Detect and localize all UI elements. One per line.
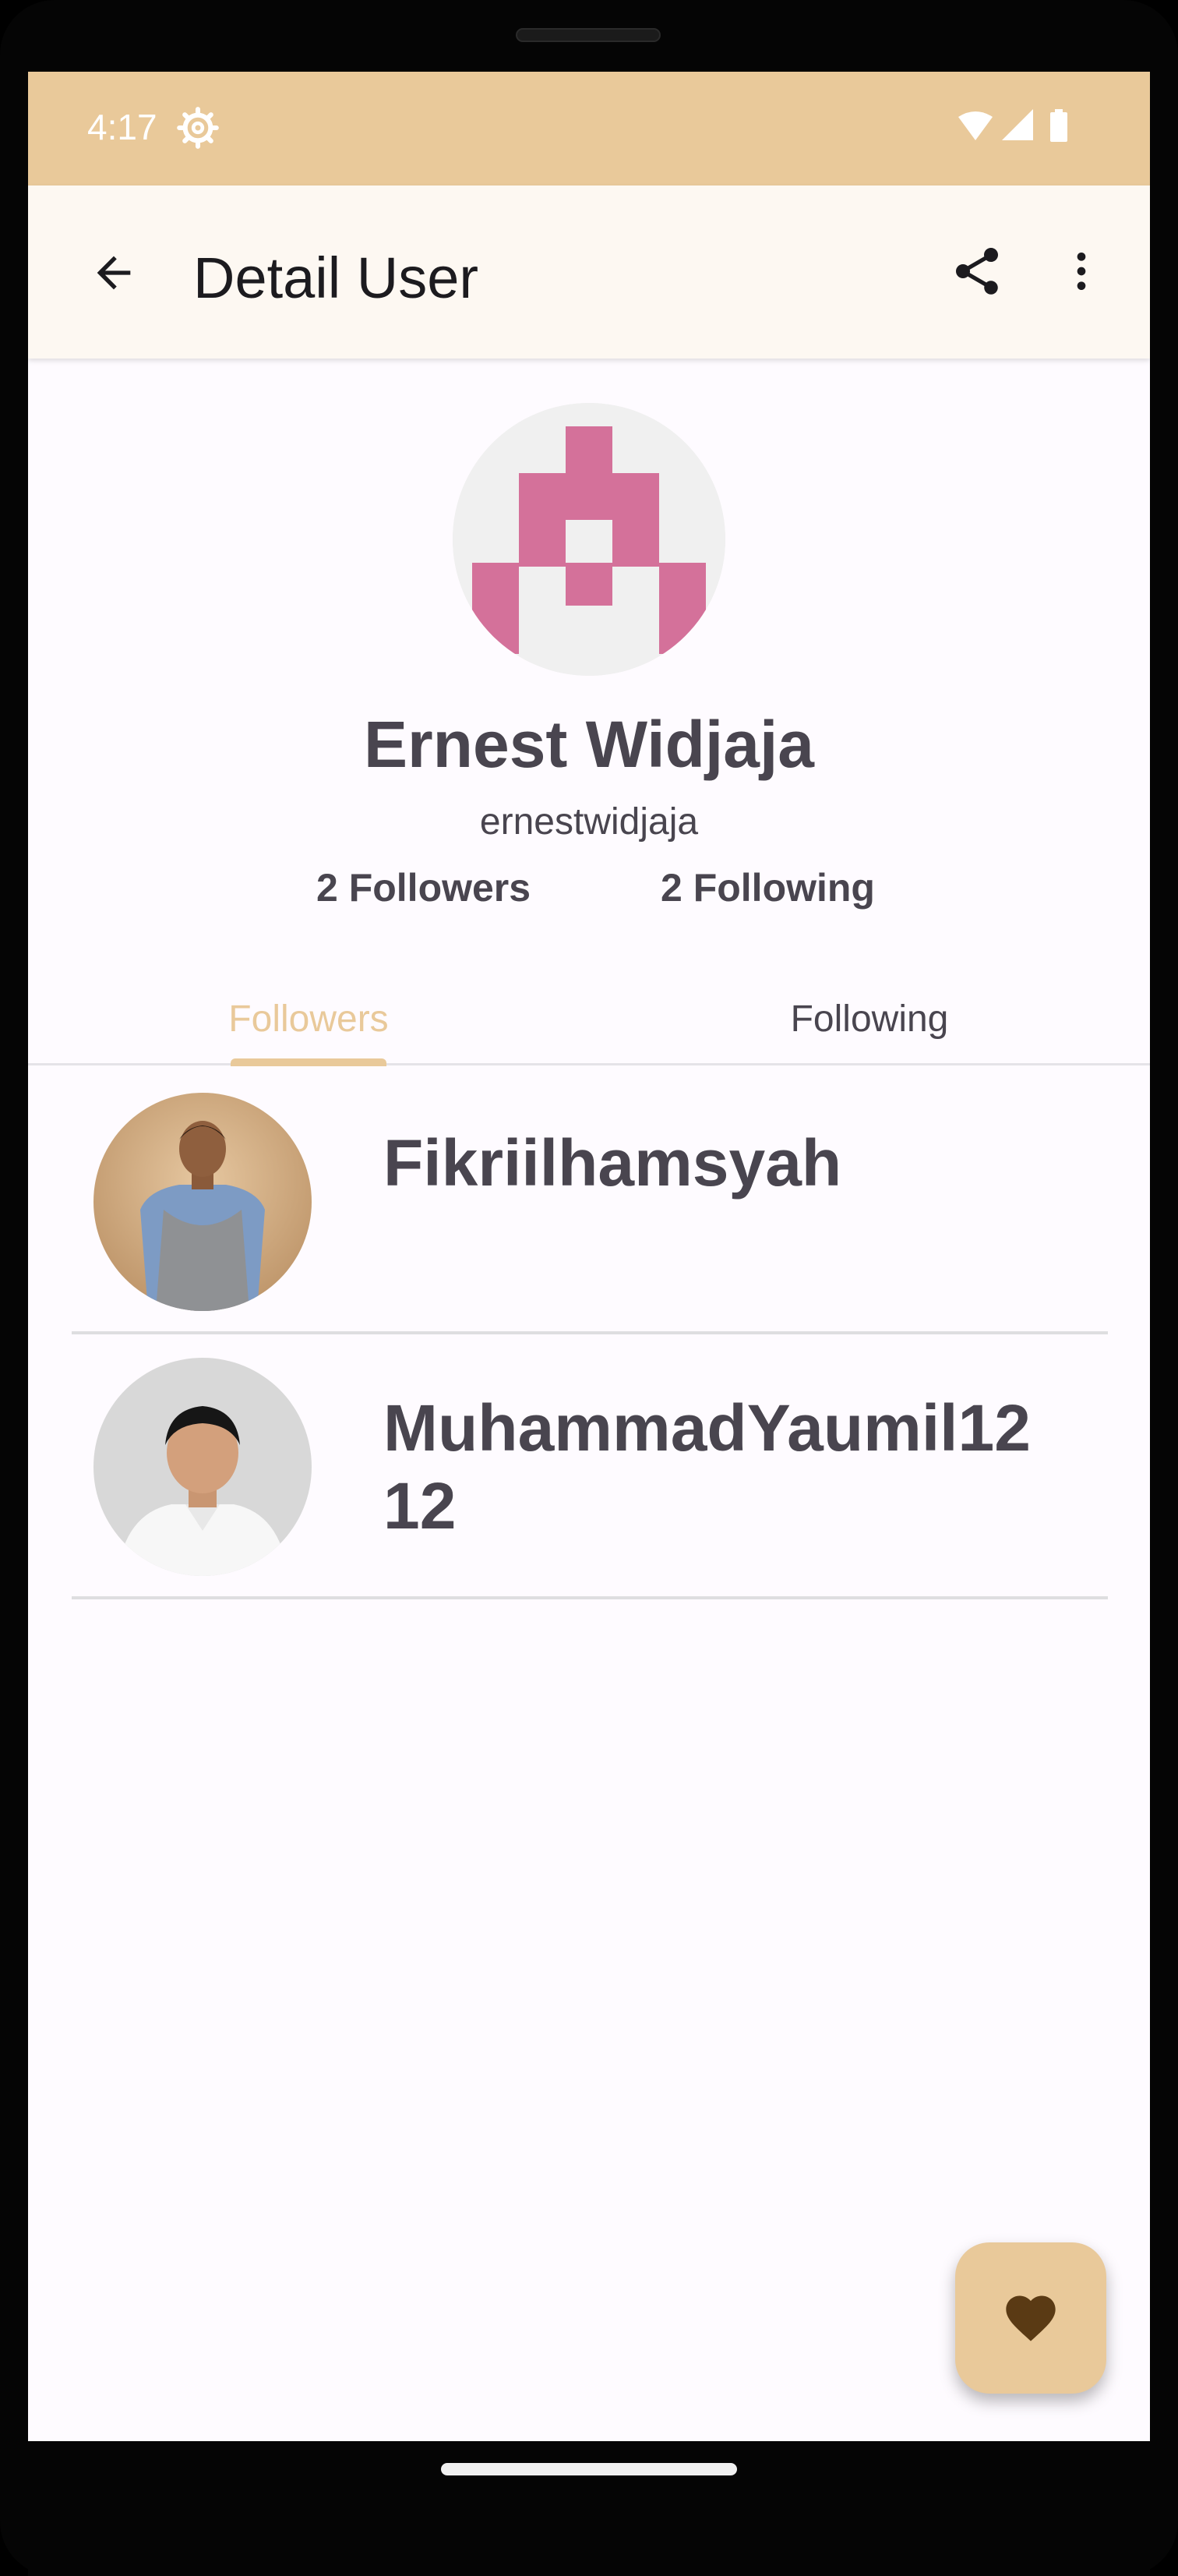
- list-item[interactable]: MuhammadYaumil1212: [72, 1334, 1108, 1599]
- tab-followers[interactable]: Followers: [28, 972, 589, 1065]
- more-options-button[interactable]: [1050, 232, 1113, 310]
- status-icons: [958, 109, 1067, 142]
- gear-icon: [177, 107, 219, 149]
- heart-icon: [1006, 2295, 1056, 2341]
- user-list: Fikriilhamsyah MuhammadYaumil1212: [72, 1069, 1108, 1599]
- signal-icon: [1002, 109, 1033, 140]
- back-button[interactable]: [75, 234, 153, 312]
- share-icon: [956, 248, 998, 295]
- home-indicator[interactable]: [441, 2463, 737, 2475]
- arrow-back-icon: [97, 256, 131, 290]
- navigation-bar: [28, 2441, 1150, 2576]
- earpiece-speaker: [516, 28, 661, 42]
- list-item-name: Fikriilhamsyah: [383, 1126, 842, 1200]
- more-vert-icon: [1077, 253, 1086, 290]
- favorite-fab[interactable]: [955, 2242, 1106, 2394]
- avatar: [93, 1358, 312, 1576]
- profile-name: Ernest Widjaja: [363, 708, 815, 781]
- identicon-image: [453, 403, 725, 676]
- status-time: 4:17: [87, 107, 157, 147]
- following-count: 2 Following: [661, 866, 875, 910]
- battery-icon: [1050, 109, 1067, 142]
- user-photo: [93, 1093, 312, 1311]
- app-bar: Detail User: [28, 186, 1150, 359]
- tab-following[interactable]: Following: [589, 972, 1150, 1065]
- followers-count: 2 Followers: [316, 866, 531, 910]
- tab-indicator: [231, 1058, 386, 1066]
- status-bar: 4:17: [28, 72, 1150, 186]
- tab-row: Followers Following: [28, 972, 1150, 1065]
- device-frame: 4:17 Detail User Ernest Widjaja ernestwi…: [0, 0, 1178, 2576]
- wifi-icon: [958, 111, 993, 140]
- page-title: Detail User: [193, 246, 478, 310]
- list-item-name: MuhammadYaumil1212: [383, 1391, 1031, 1542]
- screen: 4:17 Detail User Ernest Widjaja ernestwi…: [28, 72, 1150, 2441]
- share-button[interactable]: [938, 232, 1016, 310]
- user-photo: [93, 1358, 312, 1576]
- profile-username: ernestwidjaja: [479, 801, 699, 843]
- avatar: [93, 1093, 312, 1311]
- list-item[interactable]: Fikriilhamsyah: [72, 1069, 1108, 1334]
- profile-avatar: [453, 403, 725, 676]
